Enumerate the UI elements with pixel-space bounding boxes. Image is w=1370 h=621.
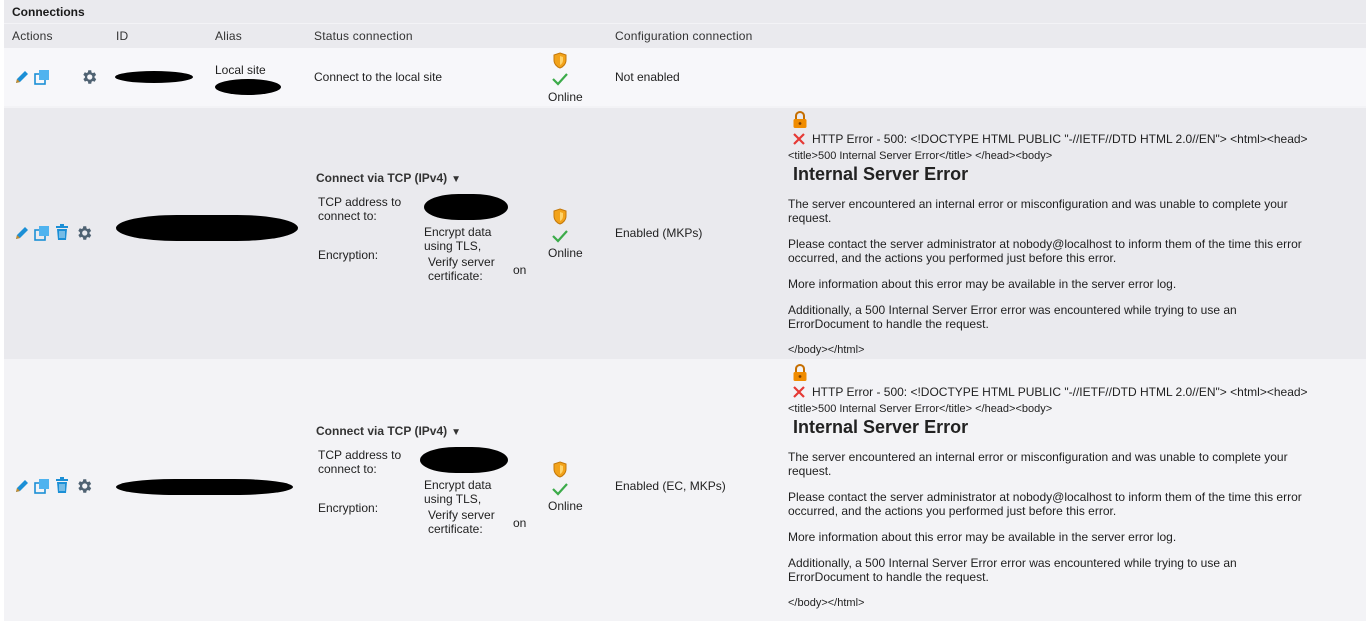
tcp-address-label: TCP address to [318,195,402,209]
encryption-value-2: using TLS, [424,492,482,506]
redacted-id [116,215,298,241]
online-status: Online [548,90,583,104]
trash-icon[interactable] [55,477,69,497]
error-heading: Internal Server Error [793,164,969,184]
pencil-icon[interactable] [13,68,31,89]
error-heading: Internal Server Error [793,417,969,437]
gear-icon[interactable] [75,224,93,245]
error-paragraph-4: Additionally, a 500 Internal Server Erro… [788,556,1237,570]
clone-icon[interactable] [34,478,50,497]
table-row: Local site Connect to the local site Onl… [4,48,1366,106]
error-line-1: HTTP Error - 500: <!DOCTYPE HTML PUBLIC … [812,132,1308,146]
encryption-value-2: using TLS, [424,239,482,253]
error-paragraph-1-cont: request. [788,211,832,225]
connection-mode-dropdown[interactable]: Connect via TCP (IPv4) ▼ [316,171,461,185]
checkmark-icon [551,228,569,247]
error-line-1: HTTP Error - 500: <!DOCTYPE HTML PUBLIC … [812,385,1308,399]
verify-certificate-label-2: certificate: [428,269,483,283]
tcp-address-label: TCP address to [318,448,402,462]
lock-icon [792,363,808,385]
error-x-icon [792,132,806,149]
encryption-value: Encrypt data [424,478,492,492]
redacted-tcp-address [424,194,508,220]
encryption-label: Encryption: [318,248,379,262]
configuration-status: Enabled (MKPs) [615,226,703,240]
verify-certificate-label-2: certificate: [428,522,483,536]
connection-mode-label: Connect via TCP (IPv4) [316,171,448,185]
connections-panel: Connections Actions ID Alias Status conn… [4,0,1366,621]
column-header-actions: Actions [12,29,53,43]
caret-down-icon: ▼ [451,174,462,185]
tcp-address-label-2: connect to: [318,209,377,223]
verify-certificate-label: Verify server [428,255,495,269]
table-row: Connect via TCP (IPv4) ▼ TCP address to c… [4,108,1366,359]
shield-icon [552,52,568,72]
column-header-alias: Alias [215,29,243,43]
column-header-configuration: Configuration connection [615,29,753,43]
checkmark-icon [551,481,569,500]
clone-icon[interactable] [34,225,50,244]
error-paragraph-1: The server encountered an internal error… [788,197,1288,211]
error-paragraph-1: The server encountered an internal error… [788,450,1288,464]
error-paragraph-2-cont: occurred, and the actions you performed … [788,504,1117,518]
configuration-status: Enabled (EC, MKPs) [615,479,726,493]
verify-certificate-value: on [513,516,527,530]
tcp-address-label-2: connect to: [318,462,377,476]
shield-icon [552,461,568,481]
pencil-icon[interactable] [13,224,31,245]
shield-icon [552,208,568,228]
error-paragraph-2-cont: occurred, and the actions you performed … [788,251,1117,265]
redacted-id [115,71,193,83]
caret-down-icon: ▼ [451,427,462,438]
encryption-value: Encrypt data [424,225,492,239]
panel-title-bar: Connections [4,0,1366,23]
clone-icon[interactable] [34,69,50,88]
alias-text: Local site [215,63,266,77]
verify-certificate-label: Verify server [428,508,495,522]
checkmark-icon [551,71,569,90]
error-line-2: <title>500 Internal Server Error</title>… [788,150,1053,162]
connection-mode-label: Connect via TCP (IPv4) [316,424,448,438]
gear-icon[interactable] [75,477,93,498]
table-header: Actions ID Alias Status connection Confi… [4,24,1366,48]
error-closing-tags: </body></html> [788,597,865,609]
encryption-label: Encryption: [318,501,379,515]
error-paragraph-4-cont: ErrorDocument to handle the request. [788,570,989,584]
error-paragraph-4: Additionally, a 500 Internal Server Erro… [788,303,1237,317]
table-row: Connect via TCP (IPv4) ▼ TCP address to c… [4,361,1366,614]
error-paragraph-3: More information about this error may be… [788,277,1177,291]
redacted-id [116,479,293,495]
online-status: Online [548,246,583,260]
error-paragraph-3: More information about this error may be… [788,530,1177,544]
error-line-2: <title>500 Internal Server Error</title>… [788,403,1053,415]
gear-icon[interactable] [80,68,98,89]
online-status: Online [548,499,583,513]
error-paragraph-2: Please contact the server administrator … [788,490,1302,504]
error-x-icon [792,385,806,402]
panel-title: Connections [12,5,85,19]
status-text: Connect to the local site [314,70,443,84]
trash-icon[interactable] [55,224,69,244]
column-header-id: ID [116,29,129,43]
column-header-status: Status connection [314,29,413,43]
error-paragraph-1-cont: request. [788,464,832,478]
connection-mode-dropdown[interactable]: Connect via TCP (IPv4) ▼ [316,424,461,438]
error-closing-tags: </body></html> [788,344,865,356]
lock-icon [792,110,808,132]
redacted-tcp-address [420,447,508,473]
verify-certificate-value: on [513,263,527,277]
error-paragraph-4-cont: ErrorDocument to handle the request. [788,317,989,331]
configuration-status: Not enabled [615,70,680,84]
pencil-icon[interactable] [13,477,31,498]
error-paragraph-2: Please contact the server administrator … [788,237,1302,251]
redacted-alias [215,79,281,95]
